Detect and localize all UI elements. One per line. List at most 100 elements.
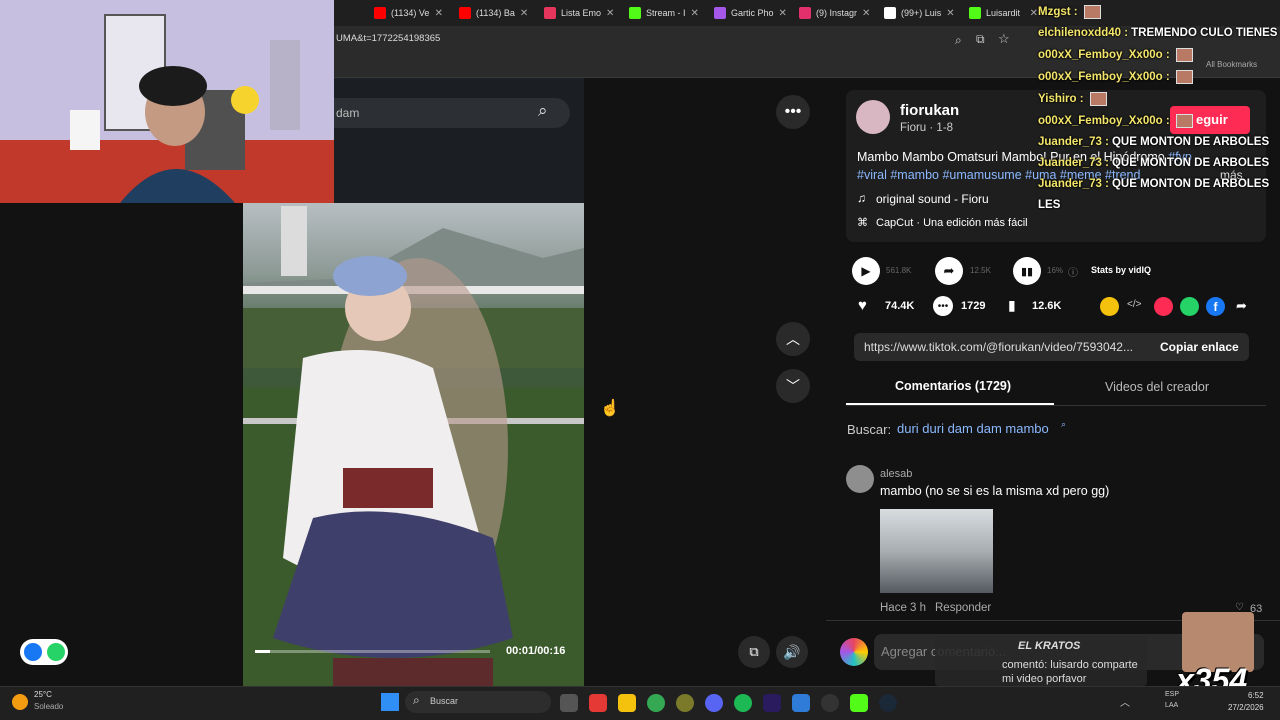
more-options-icon[interactable]: ••• <box>776 95 810 129</box>
tab-label: (1134) Ba <box>476 8 515 18</box>
share-count: 12.5K <box>970 266 991 275</box>
repost-icon[interactable] <box>1100 297 1119 316</box>
browser-tab[interactable]: (1134) Ve ✕ <box>368 2 449 24</box>
send-icon[interactable] <box>1154 297 1173 316</box>
kick-icon <box>969 7 981 19</box>
previous-video-button[interactable]: ︿ <box>776 322 810 356</box>
clock-time[interactable]: 6:52 <box>1248 691 1264 700</box>
comment-image[interactable] <box>880 509 993 593</box>
taskbar-search-label: Buscar <box>430 696 459 706</box>
stats-percent: 16% <box>1047 266 1064 275</box>
vidiq-stats-label[interactable]: Stats by vidIQ <box>1091 265 1151 275</box>
avatar[interactable] <box>856 100 890 134</box>
browser-tab[interactable]: (1134) Ba ✕ <box>453 2 534 24</box>
close-tab-icon[interactable]: ✕ <box>691 8 699 19</box>
zoom-icon[interactable]: ⌕ <box>955 33 962 48</box>
bolt-icon <box>544 7 556 19</box>
file-explorer-icon[interactable] <box>618 694 636 712</box>
premiere-icon[interactable] <box>763 694 781 712</box>
share-arrow-icon: ➦ <box>935 257 963 285</box>
notepad-icon[interactable] <box>792 694 810 712</box>
tab-comments[interactable]: Comentarios (1729) <box>895 379 1011 393</box>
close-tab-icon[interactable]: ✕ <box>946 8 954 19</box>
heart-icon[interactable]: ♥ <box>858 297 867 314</box>
chat-message: o00xX_Femboy_Xx00o : <box>1038 70 1193 84</box>
close-tab-icon[interactable]: ✕ <box>1030 8 1038 19</box>
browser-tab[interactable]: Stream - I ✕ <box>623 2 704 24</box>
task-view-icon[interactable] <box>560 694 578 712</box>
chat-message: Mzgst : <box>1038 5 1101 19</box>
taskbar <box>0 686 1280 720</box>
tab-creator-videos[interactable]: Videos del creador <box>1105 380 1209 394</box>
next-video-button[interactable]: ﹀ <box>776 369 810 403</box>
share-more-icon[interactable]: ➦ <box>1236 298 1247 314</box>
taskbar-search[interactable] <box>405 691 551 713</box>
close-tab-icon[interactable]: ✕ <box>520 8 528 19</box>
comment-icon[interactable]: ••• <box>933 296 953 316</box>
instagram-icon <box>799 7 811 19</box>
video-progress-track[interactable] <box>255 650 490 653</box>
spotify-icon[interactable] <box>734 694 752 712</box>
info-icon[interactable]: ⓘ <box>1068 264 1078 279</box>
copy-link-button[interactable]: Copiar enlace <box>1160 340 1239 354</box>
embed-icon[interactable]: </> <box>1127 299 1141 310</box>
share-icon[interactable]: ⧉ <box>976 32 985 47</box>
capcut-icon: ⌘ <box>857 217 868 229</box>
browser-tab[interactable]: Luisardit ✕ <box>963 2 1044 24</box>
close-tab-icon[interactable]: ✕ <box>779 8 787 19</box>
language-code[interactable]: ESP <box>1165 691 1179 698</box>
whatsapp-icon[interactable] <box>1180 297 1199 316</box>
app-icon-red[interactable] <box>589 694 607 712</box>
chat-username: o00xX_Femboy_Xx00o : <box>1038 115 1170 127</box>
video-search-text: dam <box>336 106 360 120</box>
chrome-icon[interactable] <box>647 694 665 712</box>
video-time: 00:01/00:16 <box>506 645 566 657</box>
comment-search-query[interactable]: duri duri dam dam mambo <box>897 421 1049 436</box>
browser-tab[interactable]: (9) Instagr ✕ <box>793 2 874 24</box>
close-tab-icon[interactable]: ✕ <box>606 8 614 19</box>
chat-emote-icon <box>1175 70 1193 84</box>
search-icon[interactable]: ⌕ <box>538 101 548 121</box>
reply-button[interactable]: Responder <box>935 602 991 614</box>
chat-username: Mzgst : <box>1038 6 1078 18</box>
steam-icon[interactable] <box>879 694 897 712</box>
discord-icon[interactable] <box>705 694 723 712</box>
comment-author[interactable]: alesab <box>880 468 912 480</box>
browser-tab[interactable]: Lista Emo ✕ <box>538 2 619 24</box>
browser-tab[interactable]: (99+) Luis ✕ <box>878 2 959 24</box>
close-tab-icon[interactable]: ✕ <box>862 8 870 19</box>
chat-message: Juander_73 : QUE MONTON DE ARBOLES <box>1038 136 1269 148</box>
sound-name[interactable]: original sound - Fioru <box>876 192 989 206</box>
chat-username: Yishiro : <box>1038 93 1084 105</box>
app-icon-olive[interactable] <box>676 694 694 712</box>
chat-username: Juander_73 : <box>1038 157 1109 169</box>
weather-temp: 25°C <box>34 690 52 699</box>
windows-start-icon[interactable] <box>381 693 399 711</box>
chat-text: LES <box>1038 199 1061 211</box>
obs-icon[interactable] <box>821 694 839 712</box>
url-text[interactable]: UMA&t=1772254198365 <box>336 33 440 44</box>
bookmark-icon[interactable]: ▮ <box>1008 297 1016 314</box>
volume-icon[interactable]: 🔊 <box>776 636 808 668</box>
tray-chevron-icon[interactable]: ︿ <box>1120 694 1130 709</box>
comment-count: 1729 <box>961 300 986 312</box>
power-icon[interactable] <box>47 643 65 661</box>
music-note-icon: ♫ <box>857 191 866 205</box>
capcut-link[interactable]: CapCut · Una edición más fácil <box>876 217 1028 229</box>
kick-app-icon[interactable] <box>850 694 868 712</box>
alert-name: EL KRATOS <box>1018 640 1081 652</box>
tab-label: Gartic Pho <box>731 8 774 18</box>
browser-tab[interactable]: Gartic Pho ✕ <box>708 2 789 24</box>
video-link[interactable]: https://www.tiktok.com/@fiorukan/video/7… <box>864 340 1133 354</box>
floating-player-icon[interactable]: ⧉ <box>738 636 770 668</box>
bookmark-star-icon[interactable]: ☆ <box>998 31 1010 47</box>
facebook-icon[interactable]: f <box>1206 297 1225 316</box>
author-username[interactable]: fiorukan <box>900 102 959 119</box>
chat-message: Juander_73 : QUE MONTON DE ARBOLES <box>1038 178 1269 190</box>
chat-emote-icon <box>1175 48 1193 62</box>
youtube-icon <box>374 7 386 19</box>
close-tab-icon[interactable]: ✕ <box>435 8 443 19</box>
comment-avatar[interactable] <box>846 465 874 493</box>
weather-icon[interactable] <box>12 694 28 710</box>
all-bookmarks-link[interactable]: All Bookmarks <box>1206 60 1257 69</box>
